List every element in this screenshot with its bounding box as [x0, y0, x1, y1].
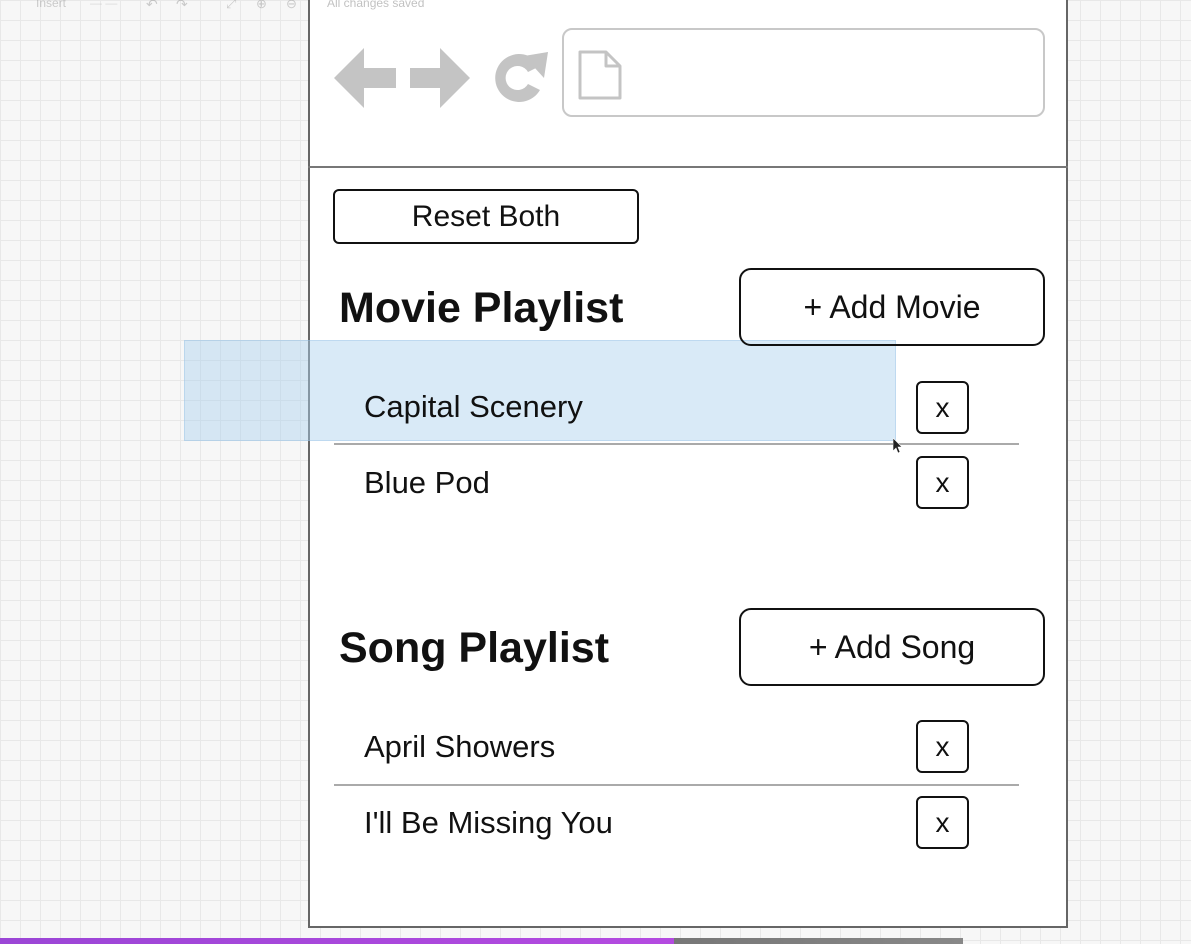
back-arrow-icon[interactable] — [334, 48, 396, 113]
undo-icon[interactable]: ↶ — [146, 0, 158, 13]
movie-item-label: Blue Pod — [364, 465, 490, 500]
remove-movie-button[interactable]: x — [916, 456, 969, 509]
add-movie-button[interactable]: + Add Movie — [739, 268, 1045, 346]
document-icon — [578, 50, 622, 105]
redo-icon[interactable]: ↷ — [176, 0, 188, 13]
bottom-accent-strip — [0, 938, 963, 944]
row-divider — [334, 784, 1019, 786]
editor-toolbar: Insert — — ↶ ↷ ⤢ ⊕ ⊖ — [0, 0, 310, 14]
forward-arrow-icon[interactable] — [410, 48, 470, 113]
remove-song-button[interactable]: x — [916, 796, 969, 849]
reload-icon[interactable] — [488, 48, 548, 113]
movie-playlist-title: Movie Playlist — [339, 284, 624, 332]
song-playlist-title: Song Playlist — [339, 624, 610, 672]
url-bar[interactable] — [562, 28, 1045, 117]
toolbar-dim-item: — — — [90, 0, 118, 10]
insert-menu[interactable]: Insert — [36, 0, 66, 10]
zoom-out-icon[interactable]: ⊖ — [286, 0, 297, 12]
browser-header-divider — [308, 166, 1068, 168]
song-item-label: April Showers — [364, 729, 556, 764]
fit-page-icon[interactable]: ⤢ — [226, 0, 236, 12]
save-status: All changes saved — [327, 0, 425, 10]
zoom-in-icon[interactable]: ⊕ — [256, 0, 267, 12]
remove-movie-button[interactable]: x — [916, 381, 969, 434]
movie-item-label: Capital Scenery — [364, 389, 583, 424]
add-song-button[interactable]: + Add Song — [739, 608, 1045, 686]
mouse-cursor-icon — [892, 437, 903, 459]
remove-song-button[interactable]: x — [916, 720, 969, 773]
row-divider — [334, 443, 1019, 445]
song-item-label: I'll Be Missing You — [364, 805, 613, 840]
reset-both-button[interactable]: Reset Both — [333, 189, 639, 244]
